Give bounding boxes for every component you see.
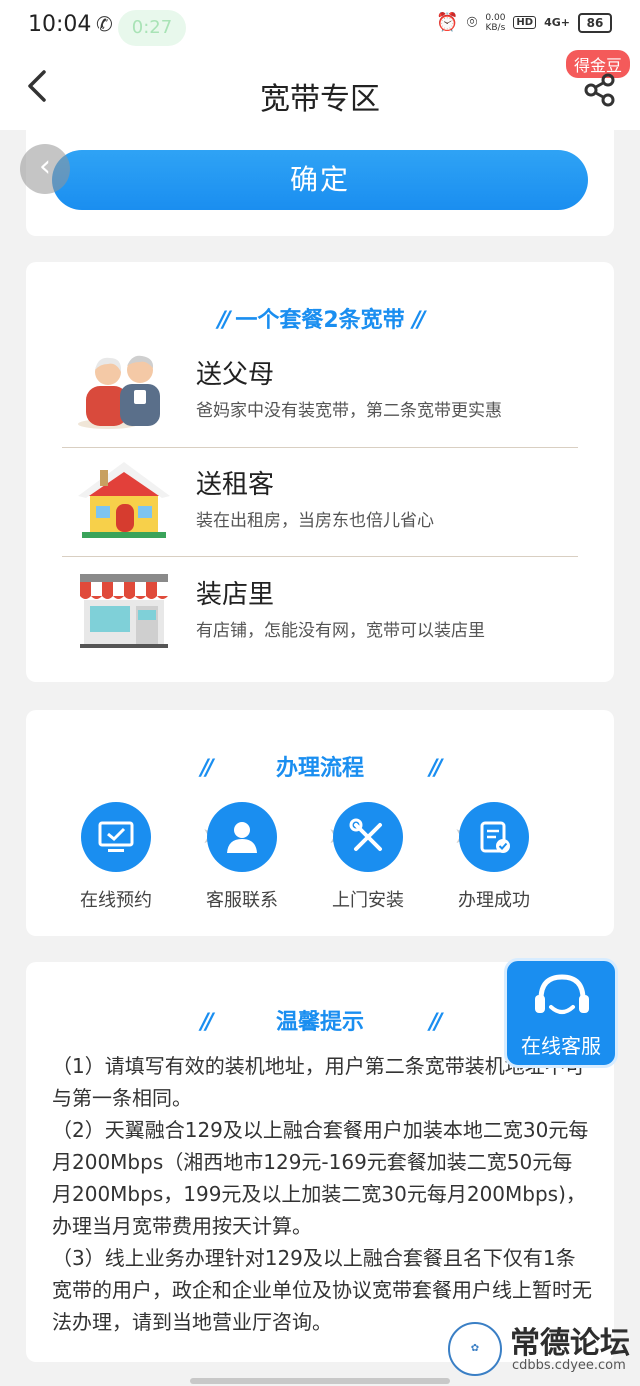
share-icon: [584, 73, 615, 107]
promo-item-shop[interactable]: 装店里 有店铺，怎能没有网，宽带可以装店里: [62, 560, 578, 668]
step-onsite-install: 上门安装: [318, 802, 418, 912]
watermark-url: cdbbs.cdyee.com: [512, 1358, 626, 1373]
divider: [62, 447, 578, 448]
headset-icon: [535, 974, 589, 1014]
promo-item-desc: 爸妈家中没有装宽带，第二条宽带更实惠: [196, 401, 502, 421]
tip-line: （2）天翼融合129及以上融合套餐用户加装本地二宽30元每月200Mbps（湘西…: [52, 1118, 589, 1238]
status-bar: 10:04 ✆ 0:27 ⏰ ⌾ 0.00 KB/s HD 4G+ 86: [0, 0, 640, 52]
monitor-check-icon: [98, 821, 134, 852]
forum-watermark: ✿ 常德论坛 cdbbs.cdyee.com: [448, 1318, 638, 1380]
tips-text: （1）请填写有效的装机地址，用户第二条宽带装机地址不可与第一条相同。 （2）天翼…: [52, 1050, 592, 1338]
divider: [62, 556, 578, 557]
step-success: 办理成功: [444, 802, 544, 912]
floating-back-button[interactable]: ‹: [20, 144, 70, 194]
hd-icon: HD: [513, 16, 537, 29]
service-label: 在线客服: [521, 1034, 601, 1058]
promo-card: // 一个套餐2条宽带 // 送父母 爸妈家中没有装宽带，第二条宽带更实惠 送租…: [26, 262, 614, 682]
shop-icon: [80, 574, 168, 648]
process-steps: 在线预约 ➤ 客服联系 ➤ 上门安装 ➤: [66, 802, 574, 912]
page-title: 宽带专区: [260, 82, 380, 117]
clipboard-check-icon: [480, 821, 510, 853]
network-speed: 0.00 KB/s: [485, 12, 506, 33]
process-card: // 办理流程 // 在线预约 ➤ 客服联系: [26, 710, 614, 936]
app-header: 宽带专区 得金豆: [0, 50, 640, 130]
status-time: 10:04: [28, 12, 92, 37]
signal-icon: 4G+: [544, 16, 570, 29]
tools-icon: [349, 818, 382, 851]
step-online-booking: 在线预约: [66, 802, 166, 912]
elderly-couple-icon: [78, 355, 160, 429]
promo-item-tenant[interactable]: 送租客 装在出租房，当房东也倍儿省心: [62, 450, 578, 558]
battery-icon: 86: [578, 12, 612, 33]
location-icon: ⌾: [466, 12, 478, 33]
promo-item-desc: 装在出租房，当房东也倍儿省心: [196, 511, 434, 531]
confirm-button[interactable]: 确定: [52, 150, 588, 210]
promo-item-title: 送父母: [196, 360, 275, 390]
confirm-card: 确定: [26, 130, 614, 236]
forum-seal-logo: ✿: [448, 1322, 502, 1376]
promo-item-title: 送租客: [196, 470, 275, 500]
promo-item-parents[interactable]: 送父母 爸妈家中没有装宽带，第二条宽带更实惠: [62, 340, 578, 448]
promo-title: // 一个套餐2条宽带 //: [217, 308, 426, 333]
promo-item-title: 装店里: [196, 580, 275, 610]
house-icon: [78, 462, 170, 538]
promo-item-desc: 有店铺，怎能没有网，宽带可以装店里: [196, 621, 485, 641]
call-duration-pill: 0:27: [118, 10, 186, 46]
home-indicator[interactable]: [190, 1378, 450, 1384]
person-icon: [227, 822, 257, 853]
step-customer-service: 客服联系: [192, 802, 292, 912]
share-button[interactable]: [582, 72, 618, 108]
status-icons: ⏰ ⌾ 0.00 KB/s HD 4G+ 86: [436, 12, 612, 33]
alarm-icon: ⏰: [436, 12, 459, 33]
process-title: // 办理流程 //: [200, 756, 443, 781]
watermark-text: 常德论坛: [510, 1326, 630, 1361]
online-service-button[interactable]: 在线客服: [504, 958, 618, 1068]
phone-icon: ✆: [96, 12, 113, 36]
